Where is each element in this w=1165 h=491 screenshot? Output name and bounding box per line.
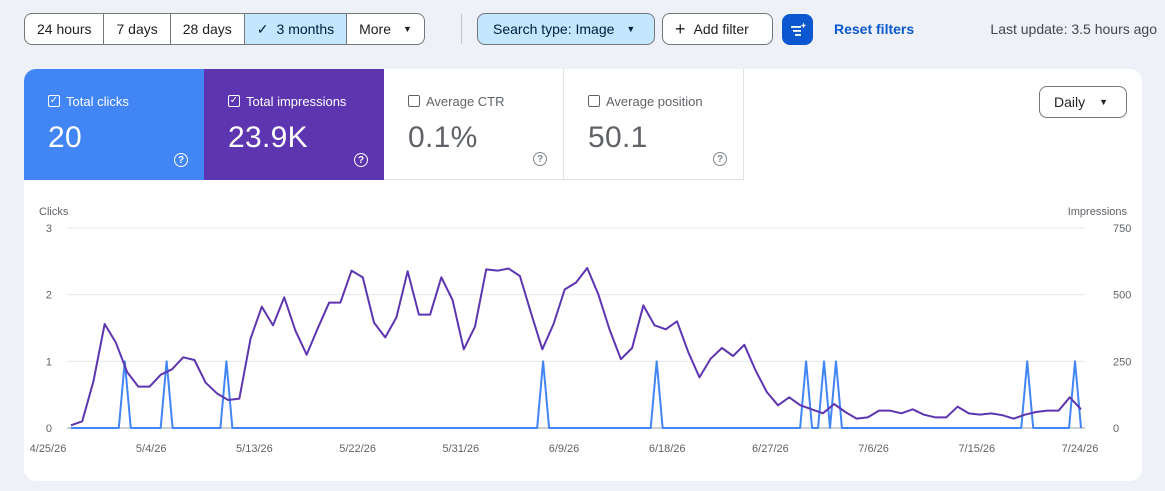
right-tick-label: 750: [1113, 223, 1131, 235]
add-filter-label: Add filter: [693, 21, 749, 37]
range-3-months-button[interactable]: ✓ 3 months: [244, 14, 348, 44]
range-28-days-button[interactable]: 28 days: [171, 14, 245, 44]
performance-chart: 3 7502 5001 2500 0Clicks Impressions4/25/26 5/…: [30, 206, 1132, 455]
left-axis-title: Clicks: [39, 206, 69, 218]
x-tick-label: 5/4/26: [136, 443, 167, 455]
right-tick-label: 500: [1113, 290, 1131, 302]
performance-card: ✓ Total clicks 20 ? ✓ Total impressions …: [24, 69, 1142, 481]
left-tick-label: 1: [46, 356, 52, 368]
search-type-label: Search type: Image: [493, 21, 615, 37]
range-24-hours-button[interactable]: 24 hours: [25, 14, 105, 44]
x-tick-label: 4/25/26: [30, 443, 67, 455]
range-label: More: [359, 21, 392, 37]
clicks-series-line: [71, 360, 1082, 429]
right-tick-label: 0: [1113, 423, 1119, 435]
x-tick-label: 5/31/26: [442, 443, 479, 455]
filter-sparkle-button[interactable]: [782, 14, 813, 45]
caret-down-icon: ▼: [403, 24, 412, 34]
left-tick-label: 2: [46, 290, 52, 302]
range-more-button[interactable]: More ▼: [347, 14, 424, 44]
top-toolbar: 24 hours 7 days 28 days ✓ 3 months More …: [0, 0, 1165, 60]
right-axis-title: Impressions: [1068, 206, 1128, 218]
range-label: 7 days: [116, 21, 158, 37]
x-tick-label: 5/13/26: [236, 443, 273, 455]
check-icon: ✓: [256, 20, 269, 37]
x-tick-label: 7/24/26: [1062, 443, 1099, 455]
x-tick-label: 7/6/26: [858, 443, 889, 455]
range-7-days-button[interactable]: 7 days: [104, 14, 171, 44]
search-type-chip[interactable]: Search type: Image ▼: [477, 13, 655, 45]
range-label: 3 months: [276, 21, 335, 37]
filter-sparkle-icon: [790, 22, 806, 36]
x-tick-label: 6/27/26: [752, 443, 789, 455]
left-tick-label: 3: [46, 223, 52, 235]
toolbar-divider: [461, 14, 462, 44]
left-tick-label: 0: [46, 423, 52, 435]
x-tick-label: 6/18/26: [649, 443, 686, 455]
x-tick-label: 5/22/26: [339, 443, 376, 455]
plus-icon: +: [675, 19, 686, 39]
reset-filters-link[interactable]: Reset filters: [834, 21, 914, 37]
date-range-selector: 24 hours 7 days 28 days ✓ 3 months More …: [24, 13, 425, 45]
range-label: 28 days: [182, 21, 232, 37]
x-tick-label: 7/15/26: [958, 443, 995, 455]
right-tick-label: 250: [1113, 356, 1131, 368]
x-tick-label: 6/9/26: [549, 443, 580, 455]
last-update-text: Last update: 3.5 hours ago: [990, 21, 1157, 37]
add-filter-button[interactable]: + Add filter: [662, 13, 773, 45]
range-label: 24 hours: [37, 21, 92, 37]
caret-down-icon: ▼: [626, 24, 636, 34]
